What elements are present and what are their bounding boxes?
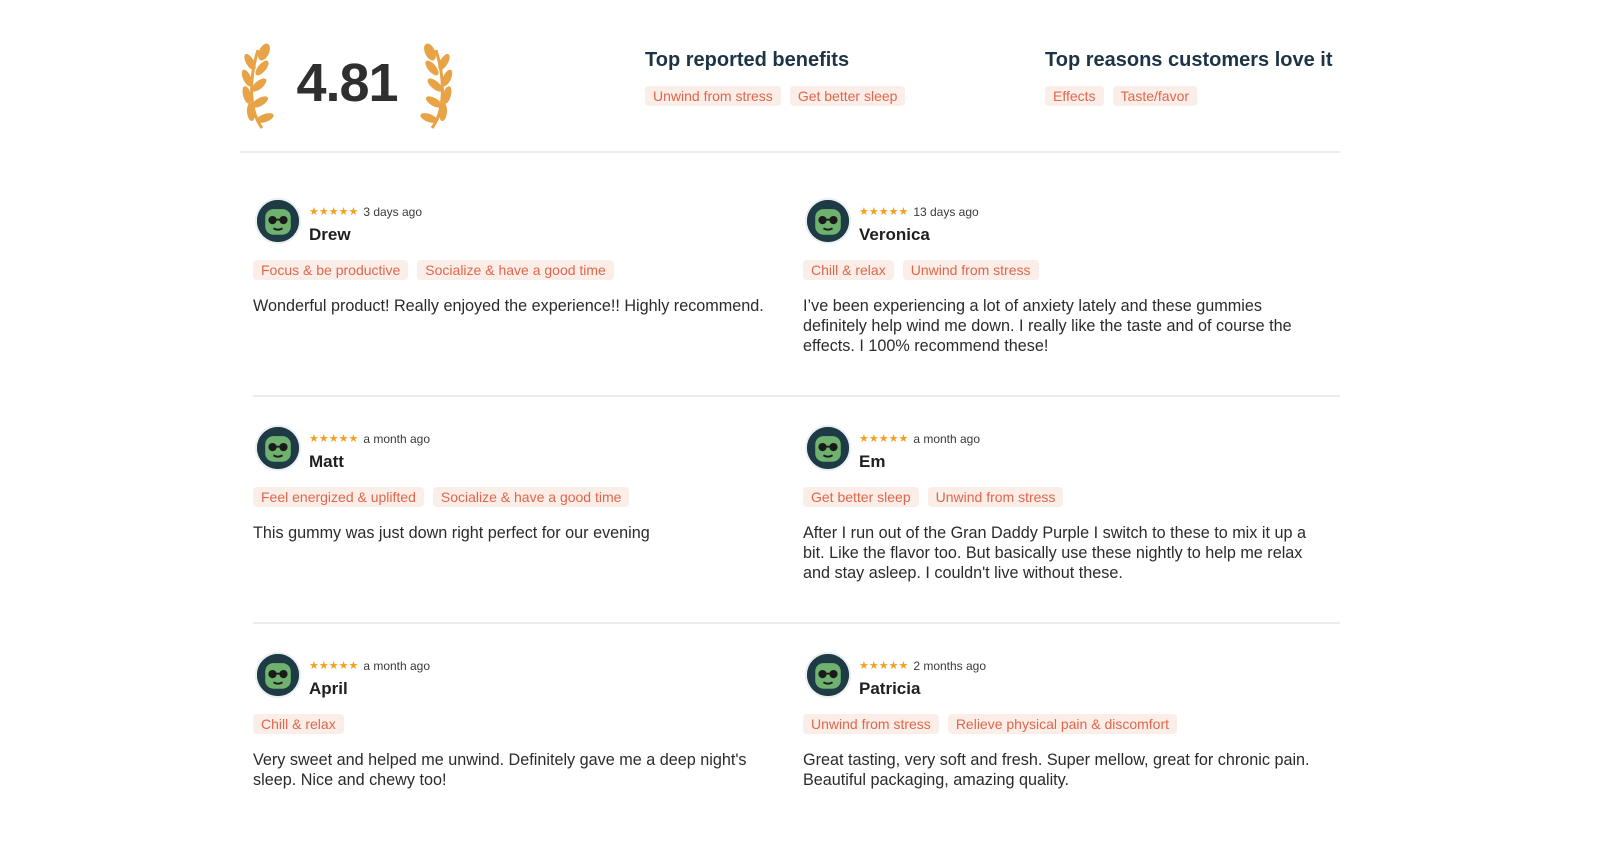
reason-tag: Effects xyxy=(1045,86,1104,106)
avatar xyxy=(255,652,301,698)
reviews-page: 4.81 Top reported benefits Unwind from s… xyxy=(0,0,1600,852)
review-rating-line: ★★★★★ a month ago xyxy=(309,431,430,447)
review-body: Very sweet and helped me unwind. Definit… xyxy=(253,751,747,789)
top-benefits-tags: Unwind from stress Get better sleep xyxy=(645,86,906,106)
review-tags: Chill & relax xyxy=(253,714,768,734)
review-header: ★★★★★ a month ago Em xyxy=(803,425,1318,475)
top-benefits-title: Top reported benefits xyxy=(645,49,850,71)
review-tag: Chill & relax xyxy=(803,260,894,280)
review-tag: Relieve physical pain & discomfort xyxy=(947,714,1178,734)
review-date: 13 days ago xyxy=(913,205,979,219)
star-rating-icon: ★★★★★ xyxy=(309,660,359,672)
review-row: ★★★★★ a month ago April Chill & relax Ve… xyxy=(253,622,1340,852)
review-meta: ★★★★★ a month ago Em xyxy=(859,431,980,472)
review-tag: Unwind from stress xyxy=(927,487,1064,507)
reason-tag: Taste/favor xyxy=(1112,86,1198,106)
review-card: ★★★★★ a month ago April Chill & relax Ve… xyxy=(253,652,768,790)
reviewer-name: April xyxy=(309,679,348,698)
review-header: ★★★★★ a month ago Matt xyxy=(253,425,768,475)
review-tags: Get better sleep Unwind from stress xyxy=(803,487,1318,507)
review-body: I’ve been experiencing a lot of anxiety … xyxy=(803,297,1292,355)
review-row: ★★★★★ a month ago Matt Feel energized & … xyxy=(253,395,1340,652)
review-meta: ★★★★★ a month ago Matt xyxy=(309,431,430,472)
summary-divider xyxy=(240,151,1340,153)
review-tags: Focus & be productive Socialize & have a… xyxy=(253,260,768,280)
reviews-list: ★★★★★ 3 days ago Drew Focus & be product… xyxy=(253,198,1340,852)
laurel-left-icon xyxy=(241,43,274,129)
reviews-summary: 4.81 Top reported benefits Unwind from s… xyxy=(240,38,1340,138)
review-meta: ★★★★★ 13 days ago Veronica xyxy=(859,204,979,245)
gummy-avatar-icon xyxy=(807,200,849,242)
review-header: ★★★★★ a month ago April xyxy=(253,652,768,702)
review-card: ★★★★★ 2 months ago Patricia Unwind from … xyxy=(803,652,1318,790)
average-rating-value: 4.81 xyxy=(296,53,398,113)
review-tags: Feel energized & uplifted Socialize & ha… xyxy=(253,487,768,507)
review-body: This gummy was just down right perfect f… xyxy=(253,524,650,542)
gummy-avatar-icon xyxy=(257,654,299,696)
benefit-tag: Get better sleep xyxy=(789,86,906,106)
review-row: ★★★★★ 3 days ago Drew Focus & be product… xyxy=(253,198,1340,425)
review-body: Wonderful product! Really enjoyed the ex… xyxy=(253,297,764,315)
review-rating-line: ★★★★★ a month ago xyxy=(859,431,980,447)
review-tag: Socialize & have a good time xyxy=(417,260,614,280)
reviewer-name: Drew xyxy=(309,225,351,244)
avatar xyxy=(805,425,851,471)
gummy-avatar-icon xyxy=(807,427,849,469)
reviewer-name: Matt xyxy=(309,452,344,471)
review-header: ★★★★★ 3 days ago Drew xyxy=(253,198,768,248)
review-date: 3 days ago xyxy=(363,205,423,219)
benefit-tag: Unwind from stress xyxy=(645,86,781,106)
top-reasons-title: Top reasons customers love it xyxy=(1045,49,1333,71)
avatar xyxy=(805,652,851,698)
laurel-right-icon xyxy=(420,43,453,129)
review-date: a month ago xyxy=(363,659,431,673)
avatar xyxy=(255,198,301,244)
review-rating-line: ★★★★★ 2 months ago xyxy=(859,658,986,674)
review-date: a month ago xyxy=(913,432,981,446)
review-date: 2 months ago xyxy=(913,659,987,673)
review-meta: ★★★★★ 3 days ago Drew xyxy=(309,204,422,245)
top-reasons-tags: Effects Taste/favor xyxy=(1045,86,1333,106)
star-rating-icon: ★★★★★ xyxy=(309,206,359,218)
review-tag: Get better sleep xyxy=(803,487,919,507)
review-rating-line: ★★★★★ a month ago xyxy=(309,658,430,674)
review-rating-line: ★★★★★ 13 days ago xyxy=(859,204,979,220)
avatar xyxy=(255,425,301,471)
review-meta: ★★★★★ a month ago April xyxy=(309,658,430,699)
top-benefits-group: Top reported benefits Unwind from stress… xyxy=(645,48,906,106)
reviewer-name: Em xyxy=(859,452,886,471)
gummy-avatar-icon xyxy=(807,654,849,696)
review-tag: Focus & be productive xyxy=(253,260,409,280)
review-header: ★★★★★ 2 months ago Patricia xyxy=(803,652,1318,702)
star-rating-icon: ★★★★★ xyxy=(859,433,909,445)
review-rating-line: ★★★★★ 3 days ago xyxy=(309,204,422,220)
avatar xyxy=(805,198,851,244)
review-date: a month ago xyxy=(363,432,431,446)
star-rating-icon: ★★★★★ xyxy=(309,433,359,445)
review-tags: Chill & relax Unwind from stress xyxy=(803,260,1318,280)
review-body: After I run out of the Gran Daddy Purple… xyxy=(803,524,1306,582)
star-rating-icon: ★★★★★ xyxy=(859,660,909,672)
review-card: ★★★★★ 13 days ago Veronica Chill & relax… xyxy=(803,198,1318,356)
gummy-avatar-icon xyxy=(257,427,299,469)
review-meta: ★★★★★ 2 months ago Patricia xyxy=(859,658,986,699)
top-reasons-group: Top reasons customers love it Effects Ta… xyxy=(1045,48,1333,106)
star-rating-icon: ★★★★★ xyxy=(859,206,909,218)
review-tag: Unwind from stress xyxy=(803,714,939,734)
review-card: ★★★★★ a month ago Matt Feel energized & … xyxy=(253,425,768,543)
review-card: ★★★★★ 3 days ago Drew Focus & be product… xyxy=(253,198,768,316)
review-body: Great tasting, very soft and fresh. Supe… xyxy=(803,751,1310,789)
review-header: ★★★★★ 13 days ago Veronica xyxy=(803,198,1318,248)
gummy-avatar-icon xyxy=(257,200,299,242)
reviewer-name: Veronica xyxy=(859,225,930,244)
review-tag: Socialize & have a good time xyxy=(432,487,630,507)
average-rating-block: 4.81 xyxy=(240,38,460,134)
review-card: ★★★★★ a month ago Em Get better sleep Un… xyxy=(803,425,1318,583)
reviewer-name: Patricia xyxy=(859,679,921,698)
review-tag: Unwind from stress xyxy=(902,260,1039,280)
review-tag: Feel energized & uplifted xyxy=(253,487,424,507)
review-tags: Unwind from stress Relieve physical pain… xyxy=(803,714,1318,734)
review-tag: Chill & relax xyxy=(253,714,344,734)
